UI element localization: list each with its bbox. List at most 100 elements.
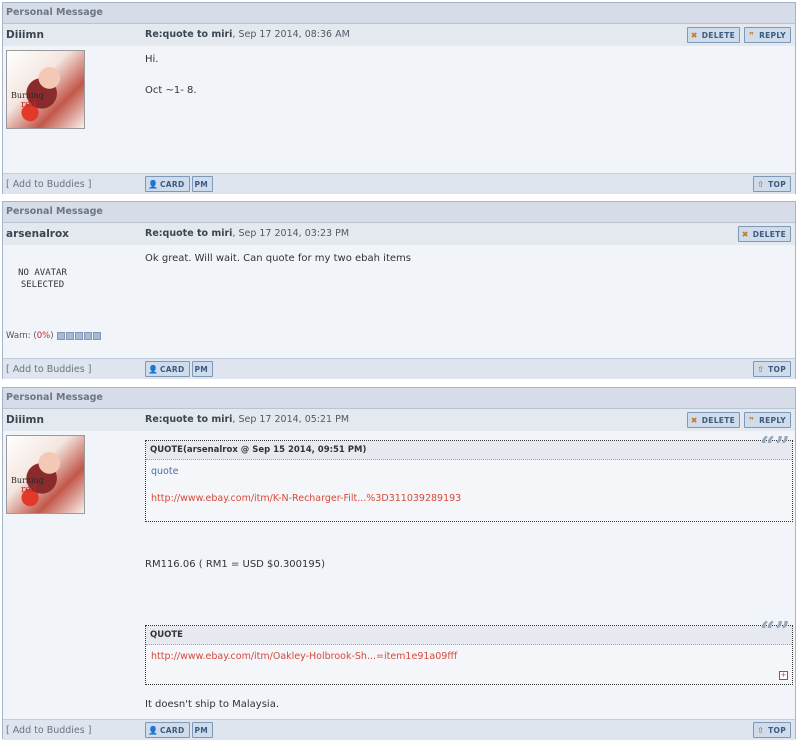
reply-button[interactable]: ❞ REPLY xyxy=(744,412,791,428)
warn-percent: 0% xyxy=(36,331,51,341)
avatar-text-red: red xyxy=(21,485,37,495)
post-section-title: Personal Message xyxy=(3,3,795,24)
message-line: Ok great. Will wait. Can quote for my tw… xyxy=(145,253,411,264)
post-header-row: arsenalrox Re:quote to miri, Sep 17 2014… xyxy=(3,223,795,245)
user-icon: 👤 xyxy=(148,179,159,189)
arrow-up-icon: ⇧ xyxy=(757,364,765,374)
user-icon: 👤 xyxy=(148,725,159,735)
quote-icon: ❞ xyxy=(749,415,755,425)
delete-button[interactable]: ✖ DELETE xyxy=(737,226,791,242)
post-section-title: Personal Message xyxy=(3,202,795,223)
arrow-up-icon: ⇧ xyxy=(757,725,765,735)
add-to-buddies-link[interactable]: [ Add to Buddies ] xyxy=(6,364,91,375)
pm-label: PM xyxy=(194,179,209,189)
post-date: , Sep 17 2014, 03:23 PM xyxy=(232,228,350,239)
pm-label: PM xyxy=(194,725,209,735)
quote-title: QUOTE(arsenalrox @ Sep 15 2014, 09:51 PM… xyxy=(150,445,367,455)
pm-button[interactable]: PM xyxy=(191,722,214,738)
reply-button[interactable]: ❞ REPLY xyxy=(744,27,791,43)
pm-label: PM xyxy=(194,364,209,374)
no-avatar-placeholder: NO AVATAR SELECTED xyxy=(15,267,70,291)
warn-label: Warn: ( xyxy=(6,331,37,341)
warn-level: Warn: (0%) xyxy=(6,331,102,341)
pm-button[interactable]: PM xyxy=(191,361,214,377)
top-button[interactable]: ⇧ TOP xyxy=(753,722,791,738)
warn-box xyxy=(57,331,66,340)
delete-icon: ✖ xyxy=(690,30,698,40)
warn-box xyxy=(93,331,102,340)
quote-block: QUOTE “” http://www.ebay.com/itm/Oakley-H… xyxy=(145,619,793,685)
card-label: CARD xyxy=(160,179,185,189)
post-footer-row: [ Add to Buddies ] 👤 CARD PM ⇧ TOP xyxy=(3,173,795,194)
post-meta: Re:quote to miri, Sep 17 2014, 08:36 AM xyxy=(145,29,350,40)
top-label: TOP xyxy=(768,179,786,189)
delete-label: DELETE xyxy=(701,415,736,425)
post-actions: ✖ DELETE xyxy=(737,226,791,242)
post-date: , Sep 17 2014, 08:36 AM xyxy=(232,29,350,40)
post-section-title: Personal Message xyxy=(3,388,795,409)
top-label: TOP xyxy=(768,364,786,374)
arrow-up-icon: ⇧ xyxy=(757,179,765,189)
post-header-row: Diiimn Re:quote to miri, Sep 17 2014, 08… xyxy=(3,24,795,46)
no-avatar-text: SELECTED xyxy=(20,280,65,290)
delete-button[interactable]: ✖ DELETE xyxy=(686,27,741,43)
quote-header: QUOTE “” xyxy=(146,619,792,645)
card-label: CARD xyxy=(160,364,185,374)
warn-box xyxy=(75,331,84,340)
post-body: Burning red Hi. Oct ~1- 8. xyxy=(3,46,795,173)
avatar-logo: Burning red xyxy=(11,476,44,495)
delete-label: DELETE xyxy=(701,30,736,40)
top-button[interactable]: ⇧ TOP xyxy=(753,176,791,192)
top-label: TOP xyxy=(768,725,786,735)
delete-icon: ✖ xyxy=(741,229,749,239)
pm-post-3: Personal Message Diiimn Re:quote to miri… xyxy=(2,387,796,740)
delete-button[interactable]: ✖ DELETE xyxy=(686,412,741,428)
pm-button[interactable]: PM xyxy=(191,176,214,192)
closing-text: It doesn't ship to Malaysia. xyxy=(145,699,789,710)
pm-post-1: Personal Message Diiimn Re:quote to miri… xyxy=(2,2,796,194)
add-to-buddies-link[interactable]: [ Add to Buddies ] xyxy=(6,725,91,736)
card-button[interactable]: 👤 CARD xyxy=(145,722,190,738)
reply-label: REPLY xyxy=(759,30,786,40)
quote-body: quote http://www.ebay.com/itm/K-N-Rechar… xyxy=(146,460,792,510)
message-line: Oct ~1- 8. xyxy=(145,85,197,96)
post-meta: Re:quote to miri, Sep 17 2014, 05:21 PM xyxy=(145,414,349,425)
card-label: CARD xyxy=(160,725,185,735)
delete-icon: ✖ xyxy=(690,415,698,425)
post-body: Burning red QUOTE(arsenalrox @ Sep 15 201… xyxy=(3,431,795,719)
post-footer-row: [ Add to Buddies ] 👤 CARD PM ⇧ TOP xyxy=(3,719,795,740)
author-name[interactable]: arsenalrox xyxy=(6,228,69,240)
price-text: RM116.06 ( RM1 = USD $0.300195) xyxy=(145,559,789,570)
quote-text: quote xyxy=(151,466,179,477)
quote-title: QUOTE xyxy=(150,630,183,640)
post-body: NO AVATAR SELECTED Warn: (0%) Ok great. W… xyxy=(3,245,795,358)
post-footer-row: [ Add to Buddies ] 👤 CARD PM ⇧ TOP xyxy=(3,358,795,379)
post-meta: Re:quote to miri, Sep 17 2014, 03:23 PM xyxy=(145,228,349,239)
add-to-buddies-link[interactable]: [ Add to Buddies ] xyxy=(6,179,91,190)
avatar-text: Burning xyxy=(11,91,44,100)
post-actions: ✖ DELETE ❞ REPLY xyxy=(686,27,791,43)
quote-block: QUOTE(arsenalrox @ Sep 15 2014, 09:51 PM… xyxy=(145,434,793,522)
post-subject: Re:quote to miri xyxy=(145,29,233,40)
message-text: Hi. Oct ~1- 8. xyxy=(145,54,789,96)
card-button[interactable]: 👤 CARD xyxy=(145,176,190,192)
avatar-logo: Burning red xyxy=(11,91,44,110)
quote-link[interactable]: http://www.ebay.com/itm/Oakley-Holbrook-… xyxy=(151,651,787,662)
quote-body: http://www.ebay.com/itm/Oakley-Holbrook-… xyxy=(146,645,792,668)
author-name[interactable]: Diiimn xyxy=(6,29,44,41)
top-button[interactable]: ⇧ TOP xyxy=(753,361,791,377)
quote-icon: ❞ xyxy=(749,30,755,40)
post-date: , Sep 17 2014, 05:21 PM xyxy=(232,414,350,425)
quote-link[interactable]: http://www.ebay.com/itm/K-N-Recharger-Fi… xyxy=(151,493,787,504)
delete-label: DELETE xyxy=(752,229,786,239)
quote-header: QUOTE(arsenalrox @ Sep 15 2014, 09:51 PM… xyxy=(146,434,792,460)
avatar-text-red: red xyxy=(21,100,37,110)
warn-box xyxy=(66,331,75,340)
expand-icon[interactable]: + xyxy=(779,671,788,680)
no-avatar-text: NO AVATAR xyxy=(18,268,67,278)
pm-post-2: Personal Message arsenalrox Re:quote to … xyxy=(2,201,796,379)
card-button[interactable]: 👤 CARD xyxy=(145,361,190,377)
message-text: Ok great. Will wait. Can quote for my tw… xyxy=(145,253,789,264)
warn-box xyxy=(84,331,93,340)
author-name[interactable]: Diiimn xyxy=(6,414,44,426)
